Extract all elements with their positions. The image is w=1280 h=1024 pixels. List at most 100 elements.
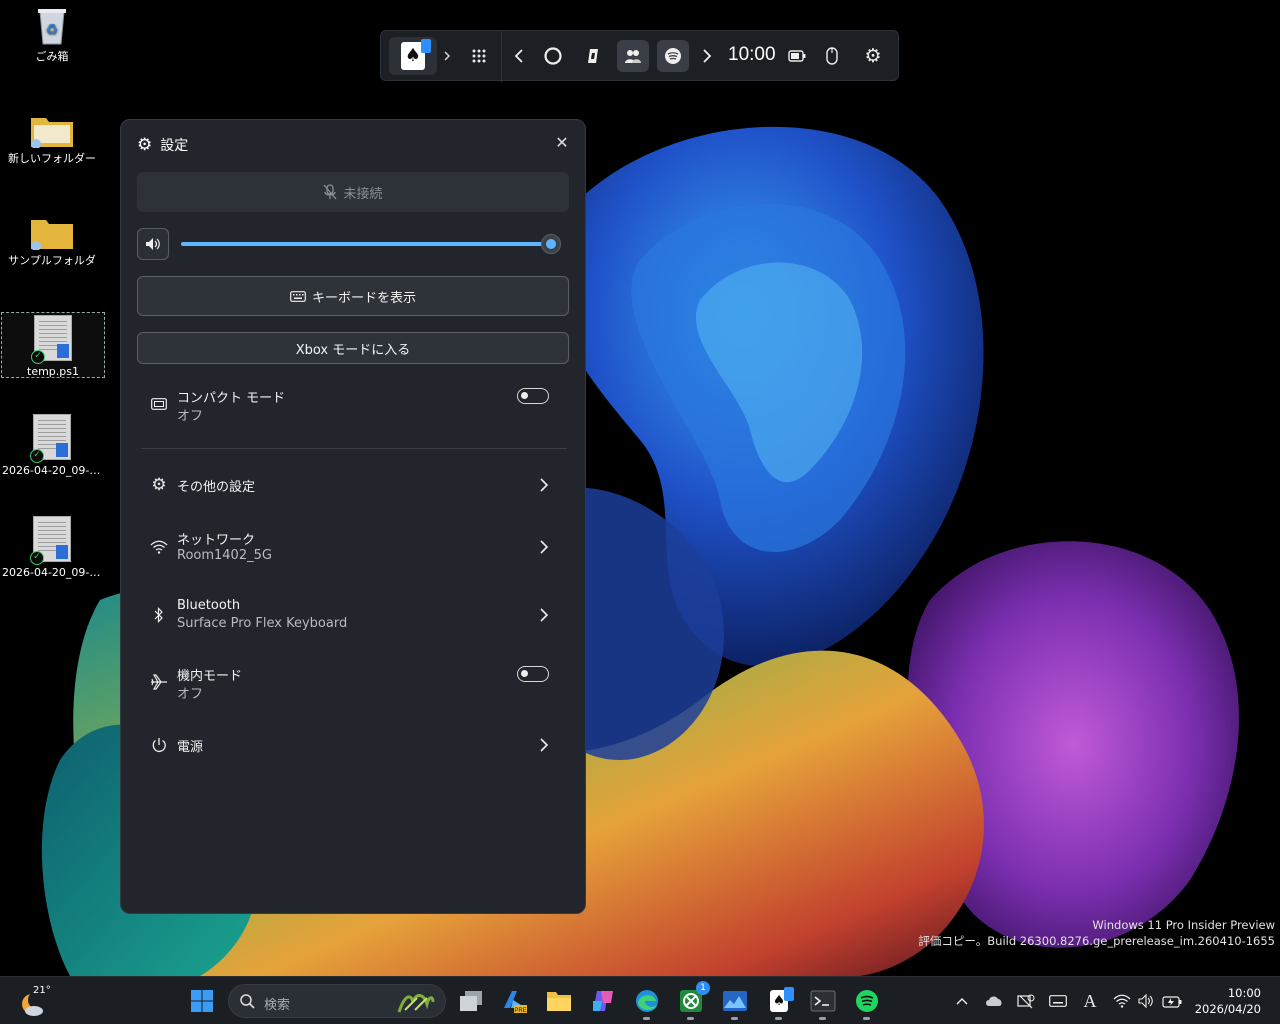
bluetooth-label: Bluetooth	[177, 598, 241, 613]
power-row[interactable]: 電源	[141, 725, 561, 765]
taskbar-app-azure-preview[interactable]: PRE	[499, 985, 531, 1017]
forward-button[interactable]	[691, 40, 723, 72]
spotify-button[interactable]	[657, 40, 689, 72]
watermark-line-2: 評価コピー。Build 26300.8276.ge_prerelease_im.…	[918, 934, 1275, 948]
svg-text:PRE: PRE	[514, 1008, 526, 1014]
task-view-button[interactable]	[455, 985, 487, 1017]
show-hidden-icons-button[interactable]	[952, 991, 972, 1011]
show-keyboard-label: キーボードを表示	[311, 290, 416, 306]
taskbar-app-copilot[interactable]	[587, 985, 619, 1017]
airplane-mode-toggle[interactable]	[517, 666, 549, 682]
back-button[interactable]	[503, 40, 535, 72]
expand-chevron-button[interactable]	[431, 40, 463, 72]
windows-watermark: Windows 11 Pro Insider Preview 評価コピー。Bui…	[918, 917, 1275, 949]
gear-icon: ⚙	[137, 135, 153, 155]
start-button[interactable]	[186, 985, 218, 1017]
battery-status-button[interactable]	[1162, 991, 1182, 1011]
cloud-icon	[986, 996, 1002, 1006]
volume-slider-fill	[181, 242, 551, 246]
airplane-mode-row[interactable]: 機内モード オフ	[141, 662, 561, 702]
taskbar-app-spotify[interactable]	[851, 985, 883, 1020]
grid-icon	[472, 49, 486, 63]
folder-icon	[30, 114, 74, 149]
taskbar-app-solitaire[interactable]: ♠	[763, 985, 795, 1020]
running-indicator	[731, 1017, 738, 1020]
taskbar-app-photos[interactable]	[719, 985, 751, 1020]
taskbar-app-file-explorer[interactable]	[543, 985, 575, 1017]
windows-icon	[191, 990, 213, 1012]
settings-panel: ⚙ 設定 ✕ 未接続 キーボードを表示 Xbox モードに入る コンパクト モー…	[120, 119, 586, 914]
onedrive-button[interactable]	[984, 991, 1004, 1011]
search-box[interactable]: 検索	[228, 984, 446, 1018]
search-highlight-icon	[397, 994, 435, 1013]
mouse-button[interactable]	[816, 40, 848, 72]
task-view-icon	[460, 991, 482, 1011]
ime-mode-text: A	[1083, 990, 1097, 1011]
spotify-icon	[856, 990, 878, 1012]
chevron-right-icon	[540, 478, 549, 492]
folder-icon	[547, 992, 571, 1011]
network-label: ネットワーク	[177, 533, 256, 548]
people-button[interactable]	[617, 40, 649, 72]
desktop-icon-label: ごみ箱	[35, 50, 69, 63]
edge-button[interactable]	[537, 40, 569, 72]
copilot-button[interactable]	[577, 40, 609, 72]
wifi-icon	[1113, 994, 1131, 1008]
weather-widget[interactable]: 21°	[16, 983, 54, 1019]
panel-title: 設定	[160, 138, 189, 154]
running-indicator	[819, 1017, 826, 1020]
app-grid-button[interactable]	[463, 40, 495, 72]
battery-button[interactable]	[781, 40, 813, 72]
network-status-button[interactable]	[1016, 991, 1036, 1011]
bluetooth-icon	[149, 605, 169, 625]
other-settings-label: その他の設定	[177, 480, 256, 495]
script-file-icon: ✓	[30, 414, 71, 463]
taskbar-app-terminal[interactable]	[807, 985, 839, 1020]
touch-keyboard-button[interactable]	[1048, 991, 1068, 1011]
other-settings-row[interactable]: ⚙ その他の設定	[141, 465, 561, 505]
azure-preview-icon: PRE	[504, 991, 527, 1014]
compact-mode-label: コンパクト モード	[177, 391, 286, 406]
mic-off-icon	[323, 184, 337, 200]
bluetooth-row[interactable]: Bluetooth Surface Pro Flex Keyboard	[141, 595, 561, 635]
mute-button[interactable]	[137, 228, 169, 260]
script-file-icon: ✓	[30, 516, 71, 565]
gear-icon: ⚙	[864, 45, 882, 67]
xbox-mode-button[interactable]: Xbox モードに入る	[137, 332, 569, 364]
volume-status-button[interactable]	[1137, 991, 1157, 1011]
script-file-icon: ✓	[31, 315, 72, 364]
desktop-icon-new-folder[interactable]: 新しいフォルダー	[0, 114, 104, 166]
weather-temp: 21°	[33, 985, 51, 996]
desktop-icon-sample-folder[interactable]: サンプルフォルダ	[0, 216, 104, 268]
desktop-icon-temp-ps1[interactable]: ✓ temp.ps1	[1, 312, 105, 378]
network-value: Room1402_5G	[177, 548, 272, 563]
desktop-icon-screenshot-1[interactable]: ✓ 2026-04-20_09-5...	[0, 414, 104, 478]
edge-icon	[544, 47, 562, 65]
volume-slider-thumb[interactable]	[541, 234, 561, 254]
volume-slider[interactable]	[181, 232, 561, 256]
desktop-icon-recycle-bin[interactable]: ♻ ごみ箱	[0, 6, 104, 64]
taskbar-clock[interactable]: 10:00 2026/04/20	[1195, 985, 1261, 1017]
compact-mode-row[interactable]: コンパクト モード オフ	[141, 384, 561, 424]
copilot-icon	[588, 49, 598, 63]
solitaire-icon: ♠	[401, 39, 431, 70]
show-keyboard-button[interactable]: キーボードを表示	[137, 276, 569, 316]
wifi-status-button[interactable]	[1112, 991, 1132, 1011]
network-row[interactable]: ネットワーク Room1402_5G	[141, 527, 561, 567]
taskbar-app-xbox[interactable]: 1	[675, 981, 710, 1020]
compact-mode-toggle[interactable]	[517, 388, 549, 404]
active-app-button[interactable]: ♠	[389, 37, 437, 75]
volume-icon	[1138, 994, 1153, 1008]
power-label: 電源	[177, 740, 204, 755]
desktop-icon-screenshot-2[interactable]: ✓ 2026-04-20_09-5...	[0, 516, 104, 580]
edge-icon	[636, 990, 658, 1012]
airplane-mode-value: オフ	[177, 687, 204, 702]
taskbar-app-edge[interactable]	[631, 985, 663, 1020]
chevron-up-icon	[956, 998, 968, 1005]
photos-icon	[723, 991, 747, 1011]
close-button[interactable]: ✕	[551, 132, 573, 154]
settings-button[interactable]: ⚙	[857, 40, 889, 72]
ime-indicator[interactable]: A	[1080, 991, 1100, 1011]
mic-status-text: 未接続	[343, 186, 383, 202]
running-indicator	[775, 1017, 782, 1020]
